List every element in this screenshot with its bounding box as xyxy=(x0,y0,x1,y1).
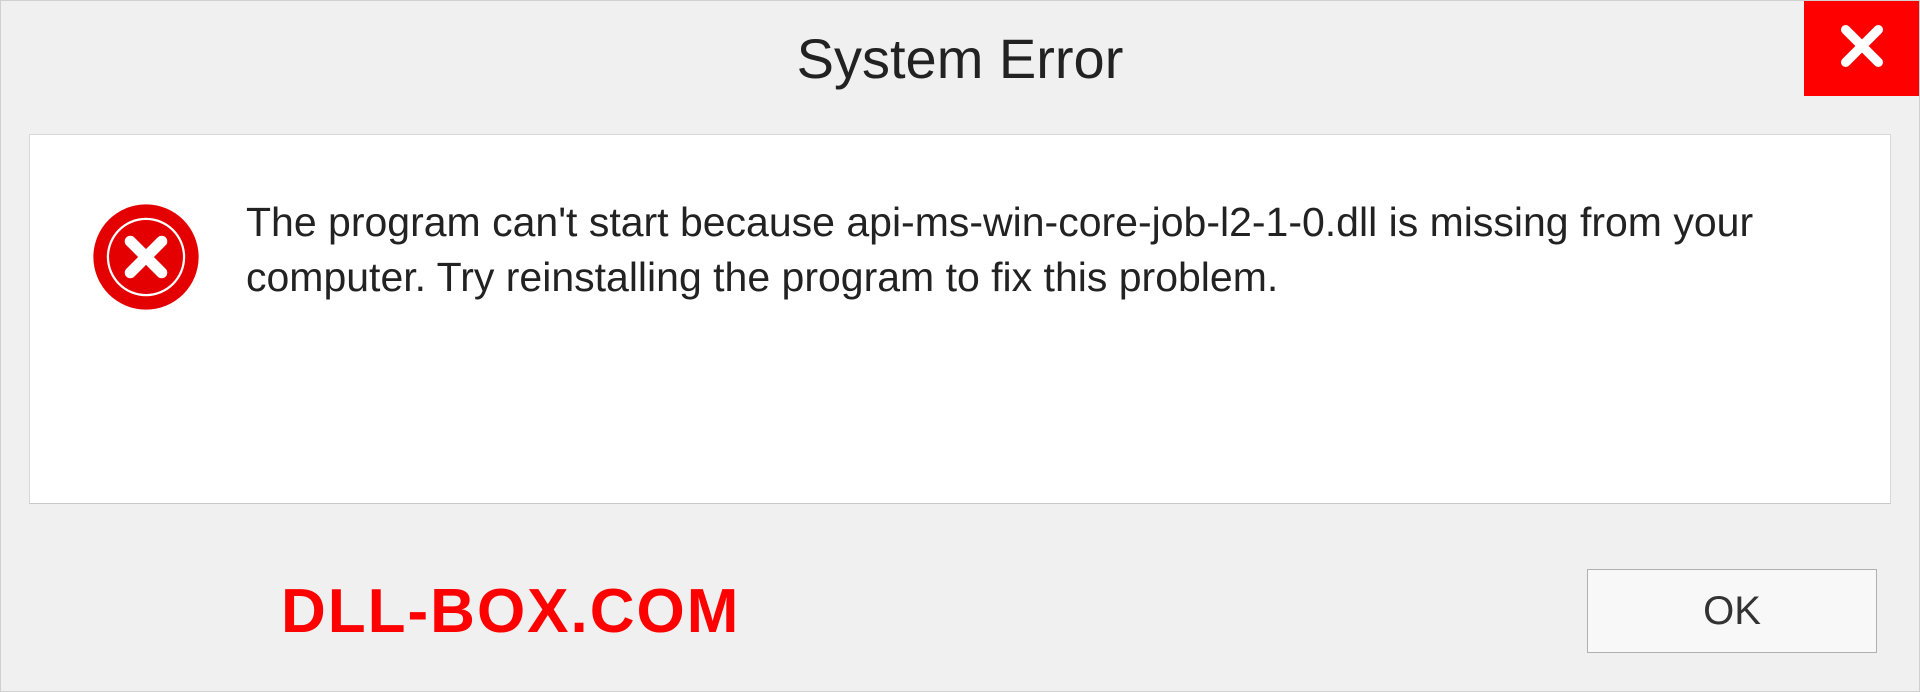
error-message: The program can't start because api-ms-w… xyxy=(246,195,1766,306)
content-panel: The program can't start because api-ms-w… xyxy=(29,134,1891,504)
error-dialog: System Error The program can't start bec… xyxy=(0,0,1920,692)
footer: DLL-BOX.COM OK xyxy=(1,551,1919,671)
titlebar: System Error xyxy=(1,1,1919,116)
error-icon xyxy=(90,201,202,318)
dialog-title: System Error xyxy=(797,26,1124,91)
close-icon xyxy=(1834,18,1890,79)
watermark-text: DLL-BOX.COM xyxy=(281,576,740,647)
ok-button-label: OK xyxy=(1703,589,1761,634)
ok-button[interactable]: OK xyxy=(1587,569,1877,653)
close-button[interactable] xyxy=(1804,1,1919,96)
